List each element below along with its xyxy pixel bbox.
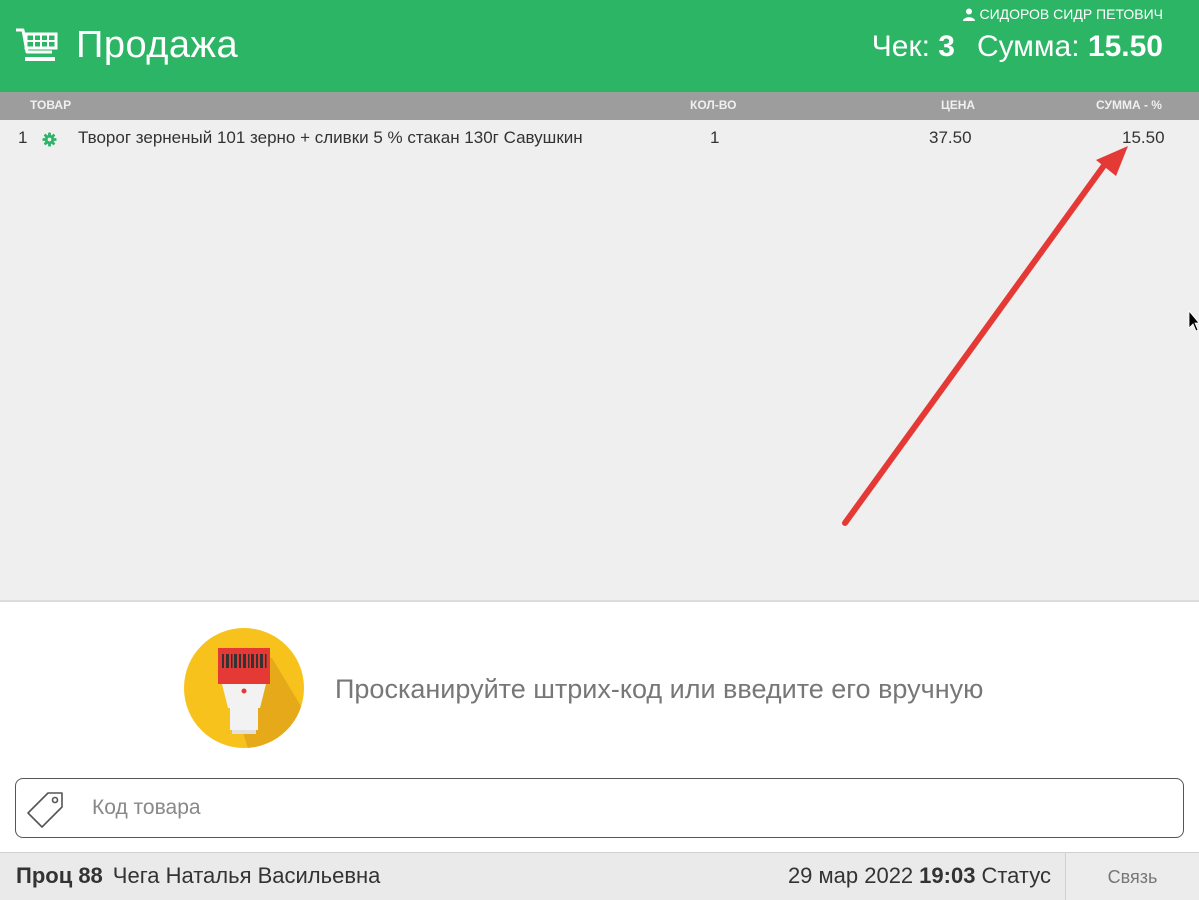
product-code-field[interactable] <box>15 778 1184 838</box>
receipt-totals: Чек: 3 Сумма: 15.50 <box>872 30 1163 64</box>
current-user: СИДОРОВ СИДР ПЕТОВИЧ <box>963 6 1163 22</box>
check-number: 3 <box>938 30 955 63</box>
sum-value: 15.50 <box>1087 30 1163 63</box>
sum-label: Сумма: <box>976 30 1080 63</box>
table-row[interactable]: 1 Творог зерненый 101 зерно + сливки 5 %… <box>0 128 1199 152</box>
product-code-input[interactable] <box>92 791 1152 825</box>
row-price: 37.50 <box>929 128 972 147</box>
column-qty: КОЛ-ВО <box>690 98 737 112</box>
footer-right: 29 мар 2022 19:03 Статус <box>788 863 1051 889</box>
user-name: СИДОРОВ СИДР ПЕТОВИЧ <box>979 6 1163 22</box>
gear-icon <box>42 132 57 147</box>
column-price: ЦЕНА <box>941 98 976 112</box>
row-sum: 15.50 <box>1122 128 1165 147</box>
check-label: Чек: <box>871 30 930 63</box>
table-header: ТОВАР КОЛ-ВО ЦЕНА СУММА - % <box>0 92 1199 120</box>
barcode-scanner-icon <box>184 628 304 748</box>
status-button[interactable]: Статус <box>981 863 1051 888</box>
row-name: Творог зерненый 101 зерно + сливки 5 % с… <box>78 128 583 147</box>
scan-prompt: Просканируйте штрих-код или введите его … <box>335 674 984 704</box>
status-bar: Проц 88 Чега Наталья Васильевна 29 мар 20… <box>0 852 1199 900</box>
cashier-name: Чега Наталья Васильевна <box>112 863 381 888</box>
items-table: 1 Творог зерненый 101 зерно + сливки 5 %… <box>0 120 1199 600</box>
scan-panel: Просканируйте штрих-код или введите его … <box>0 600 1199 852</box>
person-icon <box>963 8 976 21</box>
cart-icon <box>16 28 58 61</box>
processor-label: Проц 88 <box>16 863 103 888</box>
tag-icon <box>27 792 63 828</box>
column-sum: СУММА - % <box>1096 98 1162 112</box>
row-index: 1 <box>18 128 28 147</box>
page-title: Продажа <box>76 24 239 66</box>
footer-left: Проц 88 Чега Наталья Васильевна <box>16 863 380 889</box>
connection-button[interactable]: Связь <box>1065 853 1199 900</box>
app-header: Продажа СИДОРОВ СИДР ПЕТОВИЧ Чек: 3 Сумм… <box>0 0 1199 92</box>
mouse-cursor-icon <box>1188 310 1199 332</box>
date: 29 мар 2022 <box>787 863 914 888</box>
column-product: ТОВАР <box>30 98 72 112</box>
time: 19:03 <box>919 863 976 888</box>
row-qty: 1 <box>710 128 720 147</box>
